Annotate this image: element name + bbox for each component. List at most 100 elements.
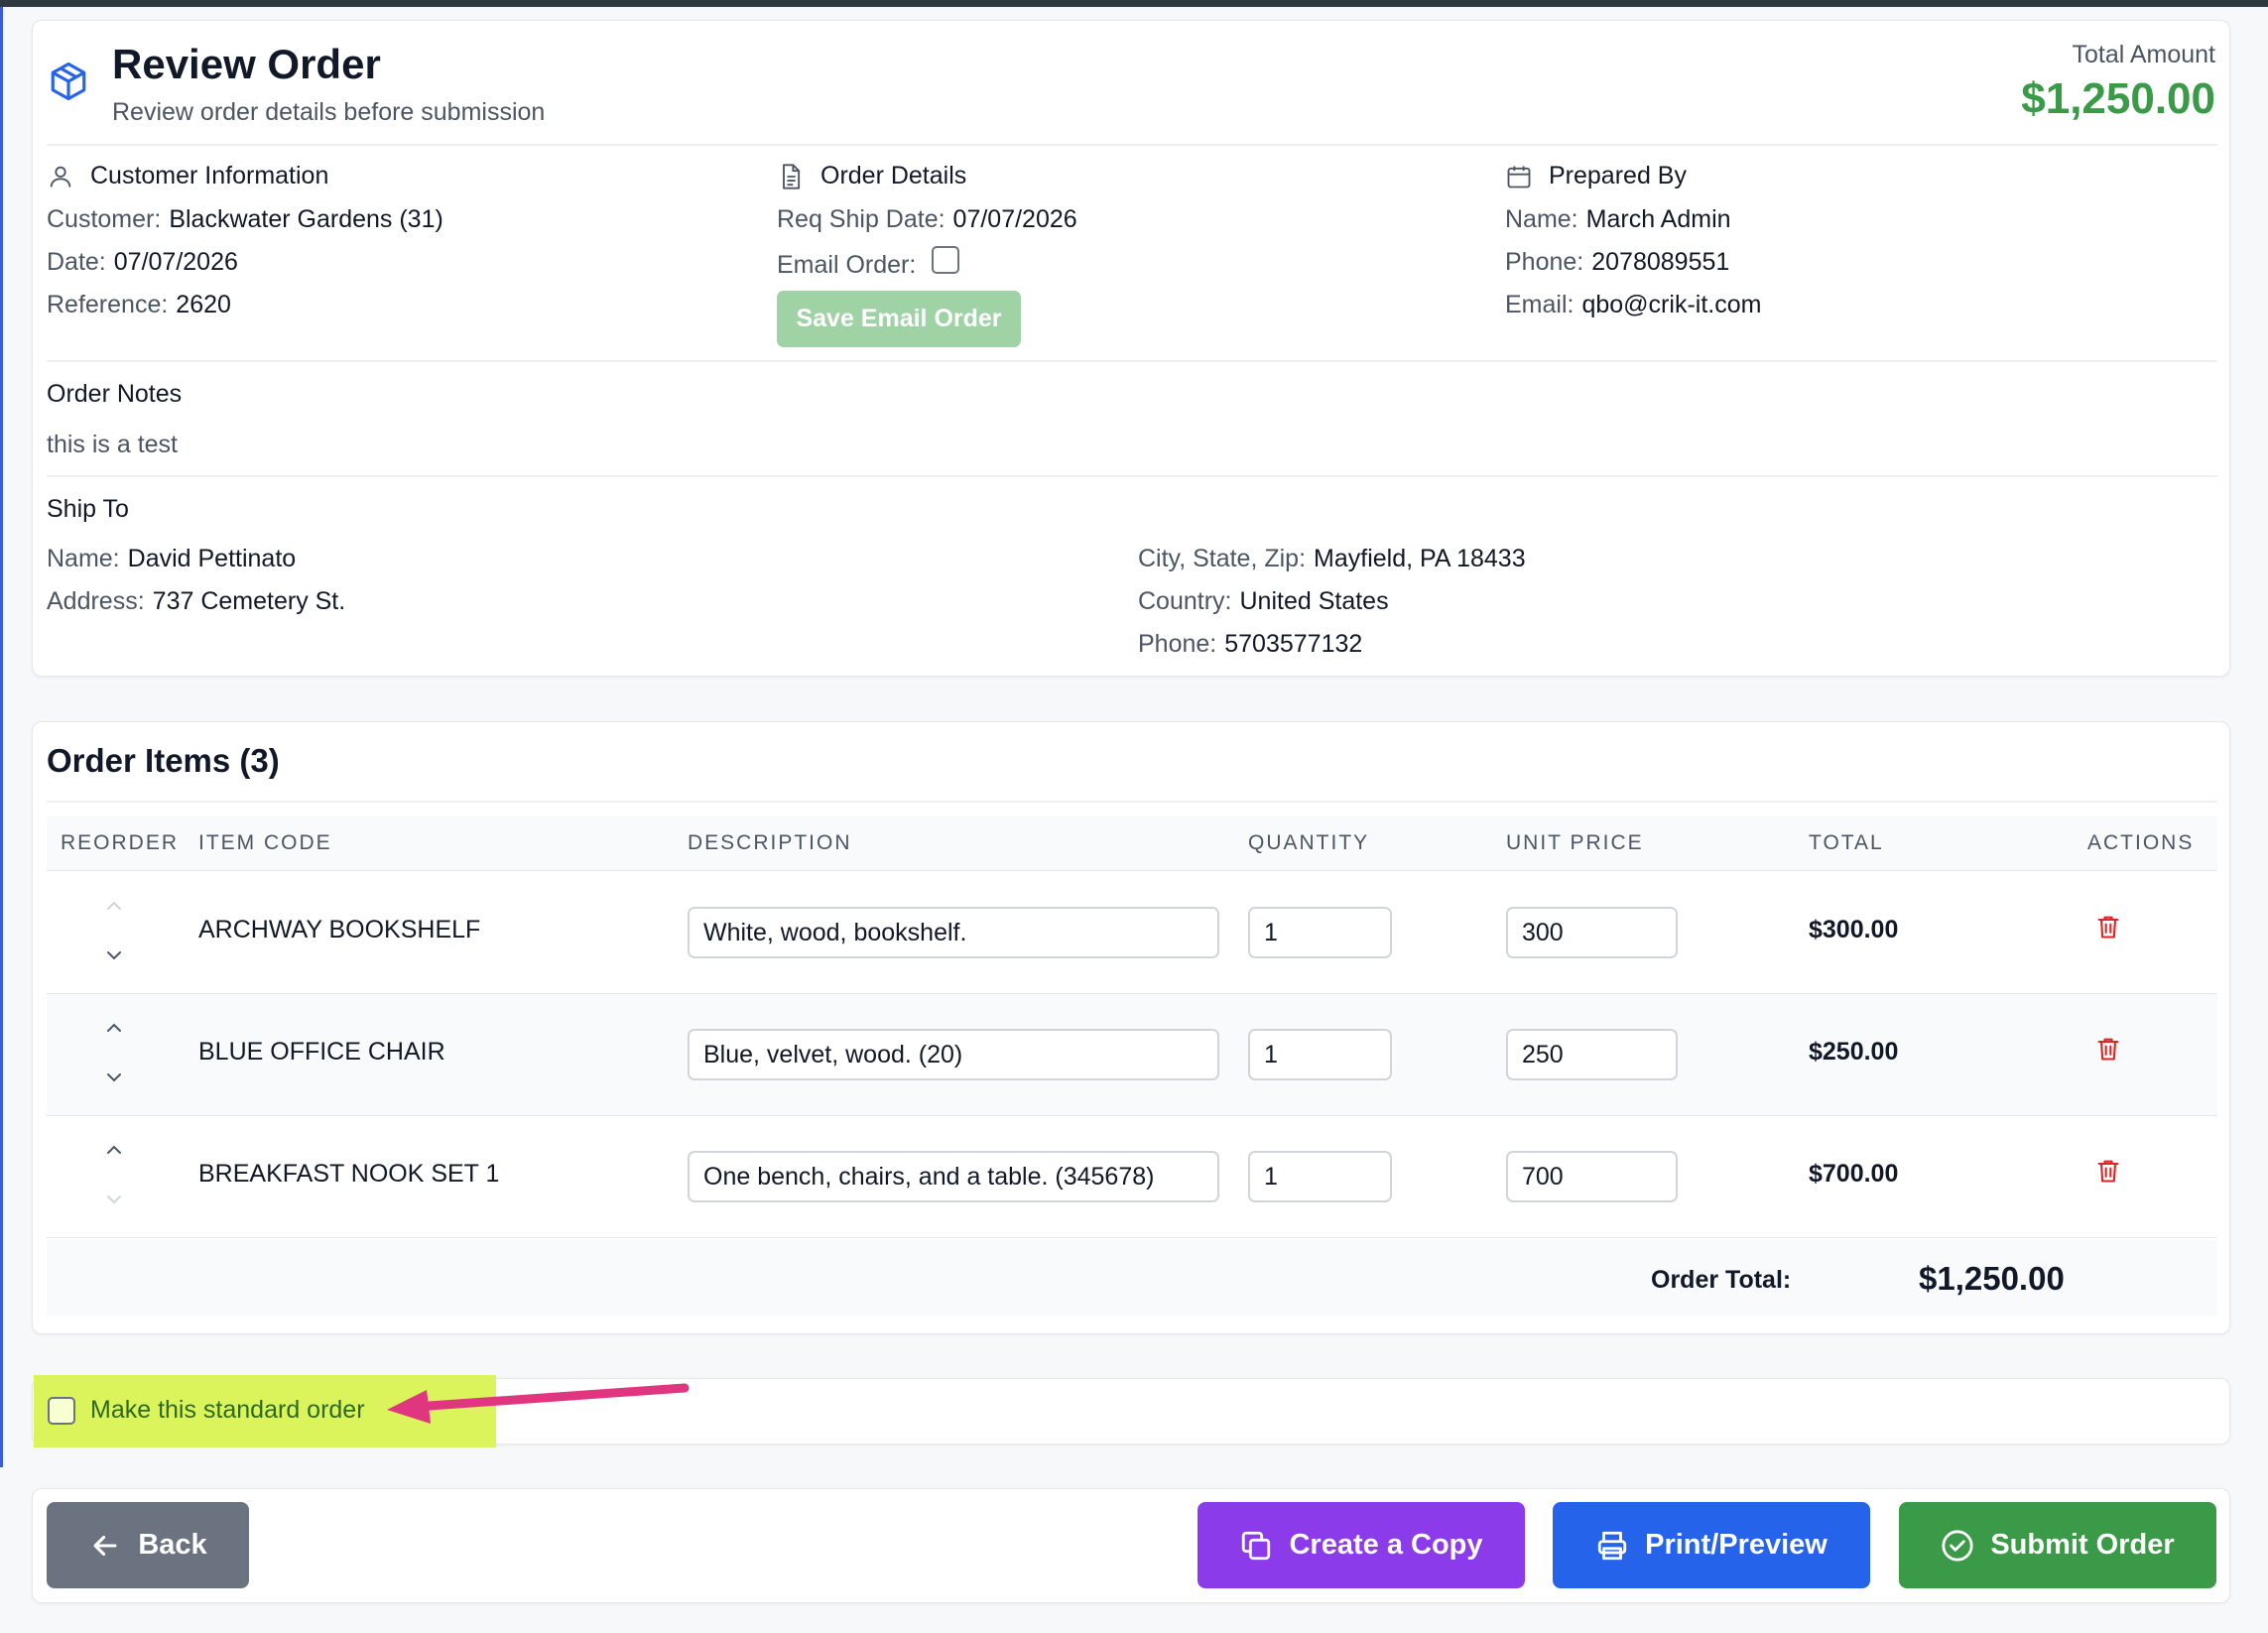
arrow-annotation-icon: [387, 1383, 690, 1424]
item-code: ARCHWAY BOOKSHELF: [198, 916, 481, 943]
standard-order-checkbox[interactable]: [48, 1397, 75, 1425]
ship-address-row: Address: 737 Cemetery St.: [47, 587, 345, 616]
order-total-row: Order Total: $1,250.00: [47, 1240, 2217, 1317]
ship-date-label: Req Ship Date:: [777, 205, 945, 233]
total-amount-value: $1,250.00: [2021, 74, 2215, 123]
divider: [47, 144, 2217, 146]
divider: [47, 475, 2217, 477]
page-title: Review Order: [112, 41, 381, 87]
table-row: BREAKFAST NOOK SET 1 One bench, chairs, …: [47, 1116, 2217, 1238]
description-input[interactable]: Blue, velvet, wood. (20): [688, 1029, 1219, 1080]
ship-csz-label: City, State, Zip:: [1138, 545, 1307, 572]
check-circle-icon: [1942, 1529, 1973, 1562]
prepared-name-label: Name:: [1505, 205, 1578, 233]
back-button[interactable]: Back: [47, 1502, 249, 1588]
prepared-email-value: qbo@crik-it.com: [1581, 291, 1762, 318]
chevron-up-icon[interactable]: [102, 1138, 126, 1162]
copy-icon: [1242, 1531, 1271, 1560]
divider: [47, 360, 2217, 362]
ship-csz-row: City, State, Zip: Mayfield, PA 18433: [1138, 545, 1526, 573]
prepared-email-label: Email:: [1505, 291, 1575, 318]
ship-name-label: Name:: [47, 545, 120, 572]
chevron-down-icon[interactable]: [102, 1188, 126, 1211]
trash-icon[interactable]: [2094, 912, 2122, 942]
unit-price-input[interactable]: 250: [1506, 1029, 1678, 1080]
order-details-heading-label: Order Details: [820, 162, 967, 189]
description-input[interactable]: One bench, chairs, and a table. (345678): [688, 1151, 1219, 1202]
order-details-heading: Order Details: [777, 162, 966, 190]
ship-to-heading: Ship To: [47, 495, 129, 523]
quantity-input[interactable]: 1: [1248, 907, 1392, 958]
order-notes-heading: Order Notes: [47, 380, 183, 408]
column-header-quantity: QUANTITY: [1248, 831, 1370, 854]
ship-country-label: Country:: [1138, 587, 1232, 615]
chevron-up-icon[interactable]: [102, 1016, 126, 1040]
ship-country-row: Country: United States: [1138, 587, 1389, 616]
prepared-by-heading: Prepared By: [1505, 162, 1687, 190]
order-items-card: Order Items (3) REORDER ITEM CODE DESCRI…: [32, 721, 2230, 1334]
date-value: 07/07/2026: [113, 248, 238, 276]
chevron-up-icon[interactable]: [102, 894, 126, 918]
submit-order-button[interactable]: Submit Order: [1899, 1502, 2216, 1588]
prepared-phone-row: Phone: 2078089551: [1505, 248, 1729, 277]
email-order-row: Email Order:: [777, 251, 916, 280]
ship-address-label: Address:: [47, 587, 145, 615]
row-total: $250.00: [1809, 1038, 1899, 1066]
email-order-label: Email Order:: [777, 251, 917, 279]
order-notes-text: this is a test: [47, 431, 178, 458]
reference-row: Reference: 2620: [47, 291, 231, 319]
table-row: ARCHWAY BOOKSHELF White, wood, bookshelf…: [47, 872, 2217, 994]
user-icon: [50, 166, 71, 188]
calendar-icon: [1507, 166, 1531, 188]
column-header-actions: ACTIONS: [2087, 831, 2195, 854]
ship-address-value: 737 Cemetery St.: [152, 587, 346, 615]
column-header-item-code: ITEM CODE: [198, 831, 332, 854]
ship-phone-label: Phone:: [1138, 630, 1217, 658]
review-order-card: Review Order Review order details before…: [32, 20, 2230, 677]
create-copy-button[interactable]: Create a Copy: [1197, 1502, 1525, 1588]
document-icon: [783, 163, 801, 189]
back-button-label: Back: [138, 1529, 207, 1561]
email-order-checkbox[interactable]: [932, 246, 959, 274]
chevron-down-icon[interactable]: [102, 943, 126, 967]
trash-icon[interactable]: [2094, 1034, 2122, 1064]
prepared-name-row: Name: March Admin: [1505, 205, 1731, 234]
item-code: BLUE OFFICE CHAIR: [198, 1038, 445, 1066]
trash-icon[interactable]: [2094, 1156, 2122, 1186]
unit-price-input[interactable]: 700: [1506, 1151, 1678, 1202]
ship-country-value: United States: [1239, 587, 1389, 615]
column-header-reorder: REORDER: [61, 831, 180, 854]
customer-info-heading-label: Customer Information: [90, 162, 329, 189]
top-bar: [0, 0, 2268, 7]
ship-name-row: Name: David Pettinato: [47, 545, 296, 573]
unit-price-input[interactable]: 300: [1506, 907, 1678, 958]
quantity-input[interactable]: 1: [1248, 1151, 1392, 1202]
date-row: Date: 07/07/2026: [47, 248, 238, 277]
ship-name-value: David Pettinato: [127, 545, 297, 572]
reference-value: 2620: [176, 291, 231, 318]
ship-phone-value: 5703577132: [1224, 630, 1363, 658]
row-total: $700.00: [1809, 1160, 1899, 1188]
printer-icon: [1597, 1531, 1627, 1560]
customer-info-heading: Customer Information: [47, 162, 328, 190]
date-label: Date:: [47, 248, 106, 276]
item-code: BREAKFAST NOOK SET 1: [198, 1160, 500, 1188]
save-email-order-button[interactable]: Save Email Order: [777, 291, 1021, 347]
standard-order-label[interactable]: Make this standard order: [90, 1396, 365, 1425]
quantity-input[interactable]: 1: [1248, 1029, 1392, 1080]
customer-value: Blackwater Gardens (31): [169, 205, 443, 233]
customer-label: Customer:: [47, 205, 162, 233]
print-preview-button-label: Print/Preview: [1645, 1529, 1827, 1561]
reference-label: Reference:: [47, 291, 169, 318]
description-input[interactable]: White, wood, bookshelf.: [688, 907, 1219, 958]
prepared-phone-value: 2078089551: [1591, 248, 1730, 276]
column-header-total: TOTAL: [1809, 831, 1884, 854]
print-preview-button[interactable]: Print/Preview: [1553, 1502, 1870, 1588]
customer-row: Customer: Blackwater Gardens (31): [47, 205, 443, 234]
submit-order-button-label: Submit Order: [1990, 1529, 2175, 1561]
prepared-email-row: Email: qbo@crik-it.com: [1505, 291, 1761, 319]
chevron-down-icon[interactable]: [102, 1066, 126, 1089]
prepared-name-value: March Admin: [1585, 205, 1731, 233]
column-header-description: DESCRIPTION: [688, 831, 852, 854]
table-header: REORDER ITEM CODE DESCRIPTION QUANTITY U…: [47, 816, 2217, 871]
